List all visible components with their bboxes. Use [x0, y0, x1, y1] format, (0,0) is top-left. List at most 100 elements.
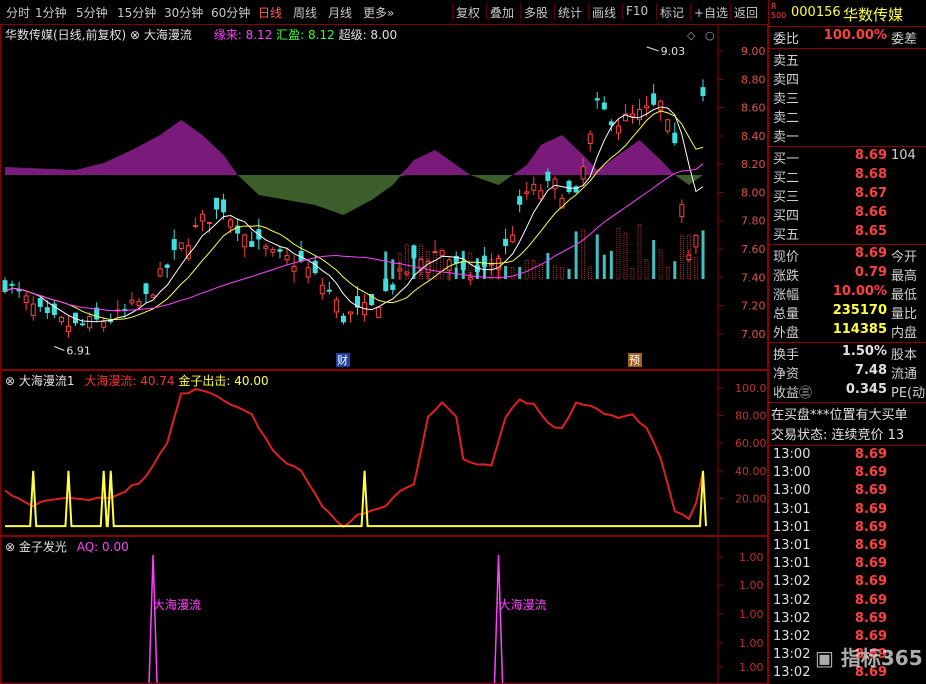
volume-bar	[609, 250, 613, 279]
tick-time: 13:01	[773, 556, 811, 572]
tick-price: 8.69	[854, 483, 887, 499]
candle-body	[199, 213, 205, 222]
stat-row-2-value: 10.00%	[832, 284, 887, 299]
volume-bar	[588, 266, 593, 280]
y-tick-label: 1.00	[739, 637, 764, 650]
toolbar-button-4[interactable]: 画线	[592, 4, 616, 21]
volume-bar	[552, 265, 557, 280]
toolbar-divider	[486, 3, 487, 20]
candle-body	[524, 191, 530, 194]
bid-row-0: 买一 8.69 104	[771, 148, 926, 167]
close-icon[interactable]: ⊗	[5, 540, 15, 554]
candle-body	[319, 284, 325, 295]
bid-row-2-label: 买三	[773, 190, 800, 205]
toolbar-divider	[622, 3, 623, 20]
indicator-2-name[interactable]: 金子发光	[19, 540, 67, 554]
stat-row-0-value: 8.69	[854, 246, 887, 261]
candle-body	[503, 238, 509, 246]
indicator-1-canvas[interactable]: 100.0 80.00 60.00 40.00 20.00	[1, 371, 767, 535]
volume-bar	[630, 267, 635, 280]
volume-bar	[524, 259, 529, 280]
stock-code: 000156	[791, 5, 841, 20]
volume-bar	[644, 259, 649, 280]
ma-line-1	[4, 110, 704, 321]
tick-row: 13:00 8.69	[771, 483, 926, 501]
webi-row-value: 100.00%	[823, 28, 887, 43]
toolbar-button-5[interactable]: F10	[626, 4, 648, 18]
diamond-icon: ◇	[687, 29, 696, 42]
candle-body	[672, 132, 678, 144]
tick-price: 8.69	[854, 538, 887, 553]
volume-bar	[652, 240, 656, 279]
volume-bar	[701, 230, 705, 279]
candle-body	[658, 100, 664, 111]
candle-body	[87, 315, 93, 329]
candle-body	[136, 301, 142, 306]
candle-body	[651, 93, 657, 105]
tick-row: 13:00 8.69	[771, 465, 926, 483]
y-tick-label: 40.00	[735, 465, 767, 478]
low-pointer	[54, 346, 65, 351]
stat-row-3-label: 总量	[773, 307, 800, 322]
ask-row-2: 卖三	[771, 88, 926, 107]
period-tab-6[interactable]: 日线	[258, 4, 282, 21]
stat-row-2-label: 涨幅	[773, 288, 800, 303]
indicator-panel-2[interactable]: 1.00 1.00 1.00 1.00 1.00 大海漫流 大海漫流 ⊗ 金子发光 AQ: …	[0, 536, 768, 684]
ind2-legend-item-0: AQ: 0.00	[76, 540, 129, 554]
candle-body	[383, 278, 389, 292]
period-tab-9[interactable]: 更多»	[363, 4, 394, 21]
toolbar-button-1[interactable]: 叠加	[490, 4, 514, 21]
divider	[769, 146, 926, 147]
bid-row-3-label: 买四	[773, 209, 800, 224]
candle-body	[129, 299, 135, 304]
toolbar-button-8[interactable]: 返回	[734, 4, 758, 21]
candle-body	[545, 171, 551, 181]
candle-body	[192, 224, 198, 227]
indicator-2-canvas[interactable]: 1.00 1.00 1.00 1.00 1.00 大海漫流 大海漫流	[1, 537, 767, 683]
toolbar-button-3[interactable]: 统计	[558, 4, 582, 21]
period-tab-4[interactable]: 30分钟	[164, 4, 203, 21]
period-tab-0[interactable]: 分时	[6, 4, 30, 21]
bid-row-0-label2: 104	[891, 148, 916, 163]
toolbar-button-2[interactable]: 多股	[524, 4, 548, 21]
indicator-icon: ⊗	[130, 28, 141, 42]
candle-body	[566, 180, 572, 193]
bid-row-2-value: 8.67	[854, 186, 887, 201]
period-tab-2[interactable]: 5分钟	[76, 4, 108, 21]
period-tab-1[interactable]: 1分钟	[35, 4, 67, 21]
tick-row: 13:00 8.69	[771, 447, 926, 465]
candle-body	[65, 325, 71, 332]
toolbar-button-6[interactable]: 标记	[660, 4, 684, 21]
candle-body	[679, 204, 685, 218]
stat2-row-2-value: 0.345	[845, 382, 887, 397]
toolbar-divider	[554, 3, 555, 20]
stat2-row-1-label: 净资	[773, 367, 800, 382]
period-tab-5[interactable]: 60分钟	[211, 4, 250, 21]
tick-time: 13:02	[773, 592, 811, 608]
period-tab-7[interactable]: 周线	[293, 4, 317, 21]
candle-body	[263, 245, 269, 249]
tick-time: 13:00	[773, 447, 811, 462]
webi-row-label2: 委差	[891, 32, 918, 47]
indicator-1-name[interactable]: 大海漫流1	[19, 374, 75, 388]
candle-body	[686, 254, 692, 261]
tick-time: 13:02	[773, 629, 811, 644]
bid-row-1-label: 买二	[773, 171, 800, 186]
stat2-row-2: 收益㊂ 0.345 PE(动	[771, 382, 926, 401]
candle-body	[552, 178, 558, 190]
candle-body	[44, 307, 50, 313]
candle-body	[291, 265, 297, 272]
close-icon[interactable]: ⊗	[5, 374, 15, 388]
indicator-panel-1[interactable]: 100.0 80.00 60.00 40.00 20.00 ⊗ 大海漫流1 大海漫流: …	[0, 370, 768, 536]
toolbar-button-7[interactable]: +自选	[694, 4, 728, 21]
indicator-name[interactable]: 大海漫流	[144, 28, 192, 42]
ask-row-1-label: 卖四	[773, 73, 800, 88]
period-tab-3[interactable]: 15分钟	[117, 4, 156, 21]
high-label: 9.03	[661, 45, 686, 58]
candle-body	[228, 219, 234, 228]
period-tab-8[interactable]: 月线	[328, 4, 352, 21]
bid-row-0-value: 8.69	[854, 148, 887, 163]
main-kline-chart[interactable]: 9.00 8.80 8.60 8.40 8.20 8.00 7.80 7.60 7.40 7.20…	[0, 24, 768, 370]
kline-canvas[interactable]: 9.00 8.80 8.60 8.40 8.20 8.00 7.80 7.60 7.40 7.20…	[1, 25, 767, 369]
toolbar-button-0[interactable]: 复权	[456, 4, 480, 21]
